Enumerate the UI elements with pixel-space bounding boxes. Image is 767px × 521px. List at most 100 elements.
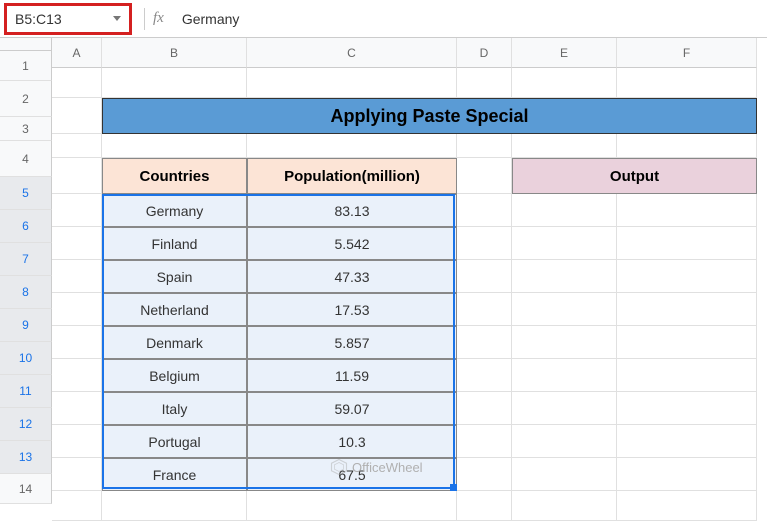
cell[interactable] bbox=[457, 425, 512, 458]
cell[interactable] bbox=[247, 134, 457, 158]
row-header-11[interactable]: 11 bbox=[0, 375, 52, 408]
cell[interactable] bbox=[102, 491, 247, 521]
cell[interactable] bbox=[52, 458, 102, 491]
cell[interactable] bbox=[457, 326, 512, 359]
column-header-f[interactable]: F bbox=[617, 38, 757, 68]
cell[interactable] bbox=[512, 260, 617, 293]
cell-country[interactable]: Italy bbox=[102, 392, 247, 425]
cell[interactable] bbox=[457, 491, 512, 521]
cell-country[interactable]: Germany bbox=[102, 194, 247, 227]
select-all-corner[interactable] bbox=[0, 38, 52, 51]
name-box[interactable]: B5:C13 bbox=[4, 3, 132, 35]
cell[interactable] bbox=[457, 158, 512, 194]
cell[interactable] bbox=[52, 158, 102, 194]
cell[interactable] bbox=[52, 425, 102, 458]
cell[interactable] bbox=[617, 260, 757, 293]
cell[interactable] bbox=[457, 68, 512, 98]
cells-area[interactable]: Applying Paste SpecialCountriesPopulatio… bbox=[52, 68, 767, 504]
cell[interactable] bbox=[457, 359, 512, 392]
cell[interactable] bbox=[617, 194, 757, 227]
cell-population[interactable]: 47.33 bbox=[247, 260, 457, 293]
column-header-a[interactable]: A bbox=[52, 38, 102, 68]
cell-country[interactable]: Belgium bbox=[102, 359, 247, 392]
cell[interactable] bbox=[52, 68, 102, 98]
cell-population[interactable]: 11.59 bbox=[247, 359, 457, 392]
cell[interactable] bbox=[617, 134, 757, 158]
cell[interactable] bbox=[457, 194, 512, 227]
cell[interactable] bbox=[247, 68, 457, 98]
row-header-4[interactable]: 4 bbox=[0, 141, 52, 177]
cell[interactable] bbox=[512, 68, 617, 98]
cell[interactable] bbox=[457, 227, 512, 260]
fx-icon[interactable]: fx bbox=[153, 10, 164, 27]
cell[interactable] bbox=[617, 326, 757, 359]
cell-country[interactable]: Spain bbox=[102, 260, 247, 293]
row-header-5[interactable]: 5 bbox=[0, 177, 52, 210]
cell-population[interactable]: 10.3 bbox=[247, 425, 457, 458]
cell-population[interactable]: 59.07 bbox=[247, 392, 457, 425]
cell[interactable] bbox=[512, 359, 617, 392]
cell[interactable] bbox=[52, 293, 102, 326]
cell[interactable] bbox=[52, 392, 102, 425]
column-header-d[interactable]: D bbox=[457, 38, 512, 68]
cell-population[interactable]: 67.5 bbox=[247, 458, 457, 491]
cell[interactable] bbox=[512, 227, 617, 260]
cell[interactable] bbox=[457, 293, 512, 326]
cell[interactable] bbox=[512, 326, 617, 359]
cell[interactable] bbox=[512, 491, 617, 521]
cell[interactable] bbox=[457, 260, 512, 293]
cell[interactable] bbox=[617, 491, 757, 521]
row-header-9[interactable]: 9 bbox=[0, 309, 52, 342]
row-header-6[interactable]: 6 bbox=[0, 210, 52, 243]
cell[interactable] bbox=[457, 458, 512, 491]
cell[interactable] bbox=[512, 425, 617, 458]
cell[interactable] bbox=[512, 458, 617, 491]
cell[interactable] bbox=[617, 359, 757, 392]
cell-country[interactable]: Netherland bbox=[102, 293, 247, 326]
column-header-c[interactable]: C bbox=[247, 38, 457, 68]
cell[interactable] bbox=[617, 68, 757, 98]
cell[interactable] bbox=[617, 392, 757, 425]
cell-population[interactable]: 5.542 bbox=[247, 227, 457, 260]
cell[interactable] bbox=[617, 293, 757, 326]
cell[interactable] bbox=[247, 491, 457, 521]
row-header-14[interactable]: 14 bbox=[0, 474, 52, 504]
row-header-10[interactable]: 10 bbox=[0, 342, 52, 375]
cell[interactable] bbox=[617, 227, 757, 260]
cell-country[interactable]: France bbox=[102, 458, 247, 491]
cell[interactable] bbox=[457, 134, 512, 158]
cell[interactable] bbox=[102, 134, 247, 158]
cell-country[interactable]: Denmark bbox=[102, 326, 247, 359]
cell[interactable] bbox=[52, 326, 102, 359]
cell-population[interactable]: 83.13 bbox=[247, 194, 457, 227]
cell[interactable] bbox=[102, 68, 247, 98]
row-header-8[interactable]: 8 bbox=[0, 276, 52, 309]
row-header-12[interactable]: 12 bbox=[0, 408, 52, 441]
cell[interactable] bbox=[457, 392, 512, 425]
column-header-b[interactable]: B bbox=[102, 38, 247, 68]
cell[interactable] bbox=[512, 194, 617, 227]
cell[interactable] bbox=[52, 194, 102, 227]
cell[interactable] bbox=[617, 425, 757, 458]
cell[interactable] bbox=[52, 491, 102, 521]
row-header-2[interactable]: 2 bbox=[0, 81, 52, 117]
cell-population[interactable]: 17.53 bbox=[247, 293, 457, 326]
row-header-13[interactable]: 13 bbox=[0, 441, 52, 474]
cell[interactable] bbox=[52, 227, 102, 260]
row-header-1[interactable]: 1 bbox=[0, 51, 52, 81]
header-countries[interactable]: Countries bbox=[102, 158, 247, 194]
header-population[interactable]: Population(million) bbox=[247, 158, 457, 194]
cell[interactable] bbox=[617, 458, 757, 491]
cell-population[interactable]: 5.857 bbox=[247, 326, 457, 359]
column-header-e[interactable]: E bbox=[512, 38, 617, 68]
cell-country[interactable]: Portugal bbox=[102, 425, 247, 458]
header-output[interactable]: Output bbox=[512, 158, 757, 194]
cell[interactable] bbox=[512, 293, 617, 326]
cell[interactable] bbox=[512, 134, 617, 158]
cell[interactable] bbox=[52, 98, 102, 134]
cell[interactable] bbox=[52, 134, 102, 158]
cell[interactable] bbox=[52, 260, 102, 293]
cell[interactable] bbox=[512, 392, 617, 425]
row-header-7[interactable]: 7 bbox=[0, 243, 52, 276]
cell[interactable] bbox=[52, 359, 102, 392]
